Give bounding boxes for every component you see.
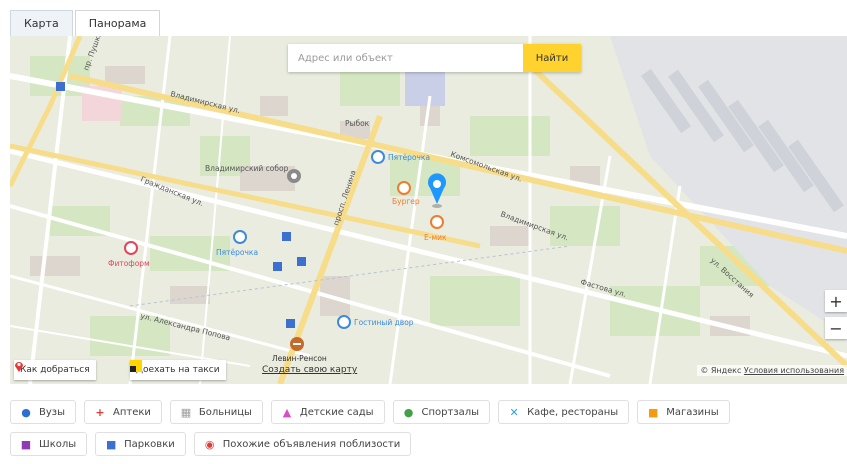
poi-hotel-icon[interactable]: Гостиный двор bbox=[337, 315, 414, 329]
copyright-text: © Яндекс bbox=[700, 366, 742, 375]
filter-label: Аптеки bbox=[113, 406, 151, 418]
filter-parking[interactable]: ■ Парковки bbox=[95, 432, 186, 456]
poi-shop-icon[interactable]: Пятёрочка bbox=[371, 150, 430, 164]
create-map-link[interactable]: Создать свою карту bbox=[262, 365, 357, 375]
filter-label: Парковки bbox=[124, 438, 175, 450]
poi-hostel-label: Гостиный двор bbox=[354, 318, 414, 327]
taxi-label: Доехать на такси bbox=[136, 365, 220, 375]
route-button[interactable]: Как добраться bbox=[14, 360, 96, 380]
map-search: Найти bbox=[288, 44, 581, 72]
map-search-input[interactable] bbox=[288, 44, 523, 72]
poi-pyaterochka-label-2: Пятёрочка bbox=[216, 248, 258, 257]
building-icon bbox=[287, 169, 301, 183]
kindergarten-icon: ▲ bbox=[282, 405, 292, 419]
poi-pyaterochka-label: Пятёрочка bbox=[388, 153, 430, 162]
filter-universities[interactable]: ● Вузы bbox=[10, 400, 76, 424]
filter-kindergartens[interactable]: ▲ Детские сады bbox=[270, 400, 385, 424]
poi-burger-label: Бургер bbox=[392, 197, 420, 206]
map-view[interactable]: Владимирская ул. Гражданская ул. Фастова… bbox=[10, 36, 847, 384]
gym-icon: ● bbox=[403, 405, 414, 419]
hospital-icon: ▦ bbox=[180, 405, 192, 419]
nearby-filters: ● Вузы + Аптеки ▦ Больницы ▲ Детские сады ● С… bbox=[10, 400, 847, 464]
terms-link[interactable]: Условия использования bbox=[744, 366, 844, 375]
taxi-button[interactable]: Доехать на такси bbox=[130, 360, 226, 380]
filter-label: Похожие объявления поблизости bbox=[222, 438, 401, 450]
poi-dental-label: Фитоформ bbox=[108, 259, 150, 268]
tab-panorama[interactable]: Панорама bbox=[74, 10, 161, 36]
poi-eshop-label: E-мик bbox=[424, 233, 447, 242]
shopping-cart-icon: ■ bbox=[648, 405, 659, 419]
zoom-out-button[interactable]: − bbox=[825, 317, 847, 339]
map-label-square: Владимирский собор bbox=[205, 164, 289, 173]
filter-label: Магазины bbox=[666, 406, 719, 418]
bus-stop-icon[interactable] bbox=[56, 82, 65, 91]
tab-map[interactable]: Карта bbox=[10, 10, 73, 36]
location-pin-icon bbox=[15, 362, 23, 372]
cutlery-icon: ✕ bbox=[509, 405, 519, 419]
map-canvas: Владимирская ул. Гражданская ул. Фастова… bbox=[10, 36, 847, 384]
poi-metro-label: Левин-Ренсон bbox=[272, 354, 327, 363]
map-label-ryabok: Рыбок bbox=[345, 119, 370, 128]
parking-icon: ■ bbox=[105, 437, 117, 451]
cross-icon: + bbox=[95, 405, 105, 419]
filter-label: Школы bbox=[39, 438, 77, 450]
filter-label: Спортзалы bbox=[421, 406, 480, 418]
filter-label: Вузы bbox=[39, 406, 65, 418]
map-tabs: Карта Панорама bbox=[10, 10, 162, 36]
map-copyright: © Яндекс Условия использования bbox=[697, 365, 847, 376]
graduation-cap-icon: ● bbox=[21, 405, 31, 419]
filter-shops[interactable]: ■ Магазины bbox=[637, 400, 730, 424]
filter-hospitals[interactable]: ▦ Больницы bbox=[169, 400, 263, 424]
bus-stop-icon[interactable] bbox=[297, 257, 306, 266]
filter-label: Детские сады bbox=[299, 406, 374, 418]
map-search-button[interactable]: Найти bbox=[523, 44, 581, 72]
bus-stop-icon[interactable] bbox=[273, 262, 282, 271]
filter-similar-listings[interactable]: ◉ Похожие объявления поблизости bbox=[193, 432, 412, 456]
filter-label: Больницы bbox=[198, 406, 252, 418]
filter-cafes[interactable]: ✕ Кафе, рестораны bbox=[498, 400, 630, 424]
filter-gyms[interactable]: ● Спортзалы bbox=[392, 400, 491, 424]
taxi-icon bbox=[130, 360, 142, 372]
filter-schools[interactable]: ■ Школы bbox=[10, 432, 88, 456]
bus-stop-icon[interactable] bbox=[286, 319, 295, 328]
filter-label: Кафе, рестораны bbox=[527, 406, 619, 418]
school-icon: ■ bbox=[20, 437, 32, 451]
route-label: Как добраться bbox=[20, 365, 90, 375]
location-pin-icon: ◉ bbox=[204, 437, 215, 451]
zoom-in-button[interactable]: + bbox=[825, 290, 847, 312]
filter-pharmacies[interactable]: + Аптеки bbox=[84, 400, 162, 424]
bus-stop-icon[interactable] bbox=[282, 232, 291, 241]
